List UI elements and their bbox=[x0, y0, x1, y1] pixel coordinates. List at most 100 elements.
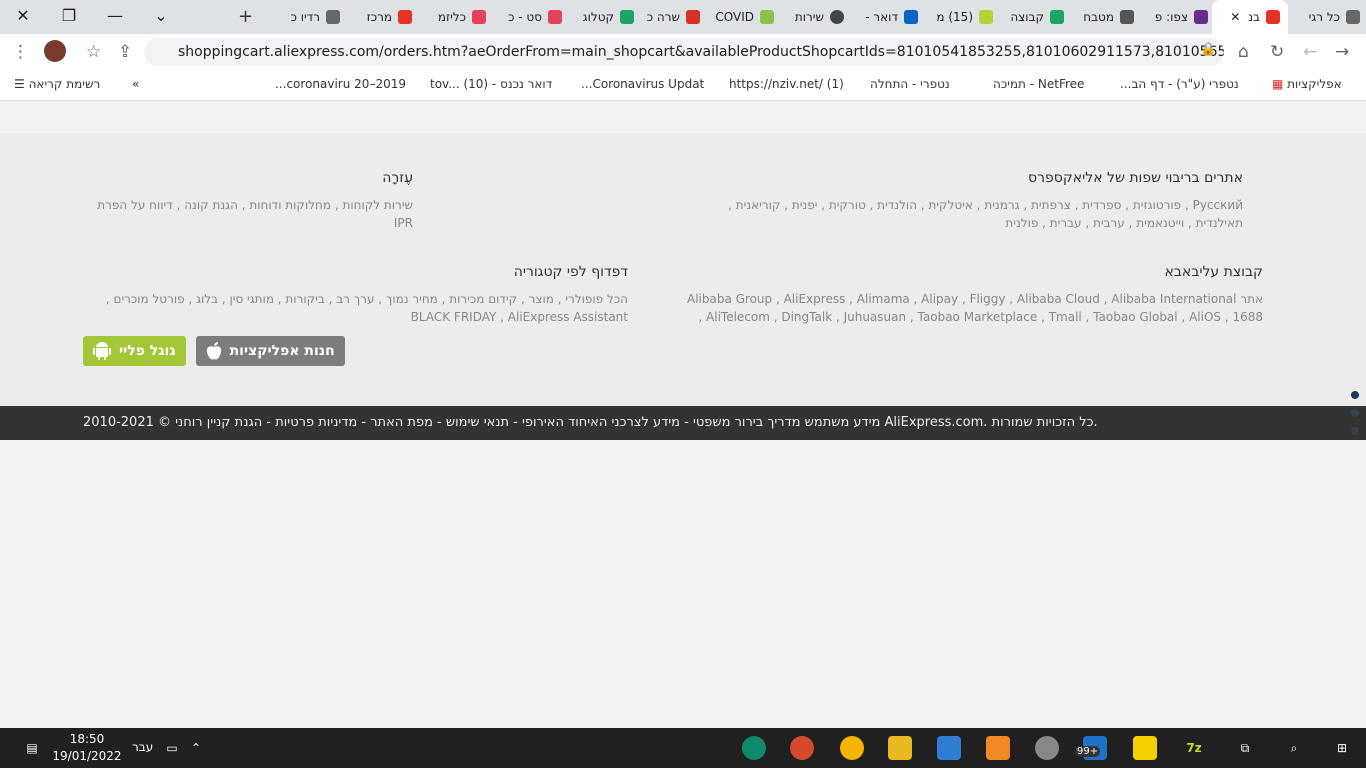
languages-title: אתרים בריבוי שפות של אליאקספרס bbox=[1028, 170, 1243, 186]
file-explorer-icon[interactable] bbox=[888, 736, 912, 760]
copyright-text: 2010-2021 © מידע משתמש מדריך בירור משפטי… bbox=[83, 415, 1098, 430]
browse-title: דפדוף לפי קטגוריה bbox=[513, 264, 628, 280]
reload-icon[interactable]: ↻ bbox=[1270, 42, 1284, 62]
bookmark-item[interactable]: NetFree - תמיכה bbox=[993, 77, 1084, 91]
bookmark-item[interactable]: https://nziv.net/ (1) bbox=[729, 77, 844, 91]
browser-toolbar: ⋮ ☆ ⇪ shoppingcart.aliexpress.com/orders… bbox=[0, 34, 1366, 70]
norton-icon[interactable] bbox=[840, 736, 864, 760]
bookmark-star-icon[interactable]: ☆ bbox=[86, 42, 101, 62]
windows-taskbar: ▤ 18:50 19/01/2022 עבר ▭ ⌃ 99+ 7z ⧉ ⌕ ⊞ bbox=[0, 728, 1366, 768]
home-icon[interactable]: ⌂ bbox=[1238, 42, 1249, 62]
tab[interactable]: מרכז bbox=[346, 6, 412, 28]
mail-icon[interactable]: 99+ bbox=[1075, 736, 1107, 760]
bookmark-item[interactable]: 2019–20 coronaviru... bbox=[275, 77, 406, 91]
bookmarks-overflow-button[interactable]: » bbox=[132, 77, 139, 91]
alibaba-title: קבוצת עליבאבא bbox=[1164, 264, 1263, 280]
site-footer: אתרים בריבוי שפות של אליאקספרס Русский ,… bbox=[0, 133, 1366, 406]
tab-favicon-icon bbox=[548, 10, 562, 24]
minimize-window-button[interactable]: — bbox=[92, 0, 138, 30]
page-dot[interactable] bbox=[1351, 427, 1359, 435]
start-windows-icon[interactable]: ⊞ bbox=[1330, 736, 1354, 760]
search-icon[interactable]: ⌕ bbox=[1282, 736, 1306, 760]
tab[interactable]: כל רגי bbox=[1290, 6, 1360, 28]
languages-links[interactable]: Русский , פורטוגזית , ספרדית , צרפתית , … bbox=[683, 196, 1243, 232]
apple-icon bbox=[206, 341, 221, 360]
edge-icon[interactable] bbox=[742, 736, 766, 760]
tab[interactable]: (15) מ bbox=[925, 6, 993, 28]
menu-icon[interactable]: ⋮ bbox=[12, 42, 29, 62]
avatar[interactable] bbox=[44, 40, 66, 62]
tab-favicon-icon bbox=[1346, 10, 1360, 24]
share-icon[interactable]: ⇪ bbox=[118, 42, 132, 62]
tab-favicon-icon bbox=[1120, 10, 1134, 24]
tab[interactable]: דואר - bbox=[850, 6, 918, 28]
tab-search-button[interactable]: ⌄ bbox=[138, 0, 184, 30]
google-play-button[interactable]: גוגל פליי bbox=[83, 336, 186, 366]
close-window-button[interactable]: ✕ bbox=[0, 0, 46, 30]
battery-icon[interactable]: ▭ bbox=[160, 736, 184, 760]
address-bar[interactable]: shoppingcart.aliexpress.com/orders.htm?a… bbox=[144, 38, 1224, 66]
7zip-icon[interactable]: 7z bbox=[1182, 736, 1206, 760]
task-view-icon[interactable]: ⧉ bbox=[1233, 736, 1257, 760]
tray-chevron-up-icon[interactable]: ⌃ bbox=[184, 736, 208, 760]
notification-icon[interactable]: ▤ bbox=[20, 736, 44, 760]
sticky-notes-icon[interactable] bbox=[1133, 736, 1157, 760]
help-section: עֶזרָה שירות לקוחות , מחלוקות ודוחות , ה… bbox=[83, 170, 413, 232]
tab[interactable]: צפו: פ bbox=[1140, 6, 1208, 28]
apps-bookmark[interactable]: אפליקציות ▦ bbox=[1272, 77, 1342, 91]
tab-active[interactable]: בנ ✕ bbox=[1212, 0, 1288, 34]
tab-favicon-icon bbox=[979, 10, 993, 24]
system-clock[interactable]: 18:50 19/01/2022 bbox=[52, 731, 122, 765]
page-indicator bbox=[1351, 391, 1361, 445]
tab-favicon-icon bbox=[472, 10, 486, 24]
tab[interactable]: שרה כ bbox=[640, 6, 700, 28]
tab[interactable]: קטלוג bbox=[568, 6, 634, 28]
new-tab-button[interactable]: + bbox=[238, 6, 253, 27]
language-indicator[interactable]: עבר bbox=[132, 740, 153, 754]
languages-section: אתרים בריבוי שפות של אליאקספרס Русский ,… bbox=[683, 170, 1243, 232]
bookmarks-bar: רשימת קריאה ☰ » 2019–20 coronaviru... דו… bbox=[0, 70, 1366, 101]
tab[interactable]: שירות bbox=[780, 6, 844, 28]
bookmark-item[interactable]: נטפרי - התחלה bbox=[870, 77, 950, 91]
tab[interactable]: סט - כ bbox=[492, 6, 562, 28]
aliexpress-icon bbox=[1266, 10, 1280, 24]
help-links[interactable]: שירות לקוחות , מחלוקות ודוחות , הגנת קונ… bbox=[83, 196, 413, 232]
globe-icon bbox=[830, 10, 844, 24]
tab-favicon-icon bbox=[326, 10, 340, 24]
tab-favicon-icon bbox=[760, 10, 774, 24]
bookmark-item[interactable]: Coronavirus Updat... bbox=[581, 77, 704, 91]
close-tab-icon[interactable]: ✕ bbox=[1230, 10, 1240, 24]
store-icon[interactable] bbox=[937, 736, 961, 760]
restore-window-button[interactable]: ❐ bbox=[46, 0, 92, 30]
browse-links[interactable]: הכל פופולרי , מוצר , קידום מכירות , מחיר… bbox=[83, 290, 628, 326]
page-dot-active[interactable] bbox=[1351, 391, 1359, 399]
aliexpress-icon bbox=[398, 10, 412, 24]
browse-category-section: דפדוף לפי קטגוריה הכל פופולרי , מוצר , ק… bbox=[83, 264, 628, 326]
vlc-icon[interactable] bbox=[986, 736, 1010, 760]
tab[interactable]: רדיו כ bbox=[270, 6, 340, 28]
lock-icon[interactable]: 🔒 bbox=[1200, 42, 1216, 57]
outlook-icon bbox=[904, 10, 918, 24]
tab-strip: ✕ ❐ — ⌄ + כל רגי בנ ✕ צפו: פ מטבח קבוצה (… bbox=[0, 0, 1366, 34]
tab[interactable]: מטבח bbox=[1070, 6, 1134, 28]
tab[interactable]: קבוצה bbox=[1000, 6, 1064, 28]
alibaba-links[interactable]: אתר Alibaba Group , AliExpress , Alimama… bbox=[683, 290, 1263, 326]
bookmark-item[interactable]: נטפרי (ע"ר) - דף הב... bbox=[1120, 77, 1239, 91]
forward-icon[interactable]: ← bbox=[1303, 42, 1317, 62]
alibaba-group-section: קבוצת עליבאבא אתר Alibaba Group , AliExp… bbox=[683, 264, 1263, 326]
app-download-links: גוגל פליי חנות אפליקציות bbox=[83, 336, 345, 366]
bookmark-item[interactable]: דואר נכנס - tov... (10) bbox=[430, 77, 552, 91]
reading-list-button[interactable]: רשימת קריאה ☰ bbox=[14, 77, 100, 91]
tab[interactable]: כליזמ bbox=[418, 6, 486, 28]
back-icon[interactable]: → bbox=[1335, 42, 1349, 62]
help-title: עֶזרָה bbox=[382, 170, 413, 186]
tab[interactable]: COVID bbox=[706, 6, 774, 28]
gmail-icon bbox=[686, 10, 700, 24]
settings-gear-icon[interactable] bbox=[1035, 736, 1059, 760]
android-icon bbox=[93, 342, 111, 360]
drive-icon bbox=[620, 10, 634, 24]
page-dot[interactable] bbox=[1351, 409, 1359, 417]
apps-grid-icon: ▦ bbox=[1272, 77, 1284, 91]
chrome-icon[interactable] bbox=[790, 736, 814, 760]
app-store-button[interactable]: חנות אפליקציות bbox=[195, 336, 345, 366]
